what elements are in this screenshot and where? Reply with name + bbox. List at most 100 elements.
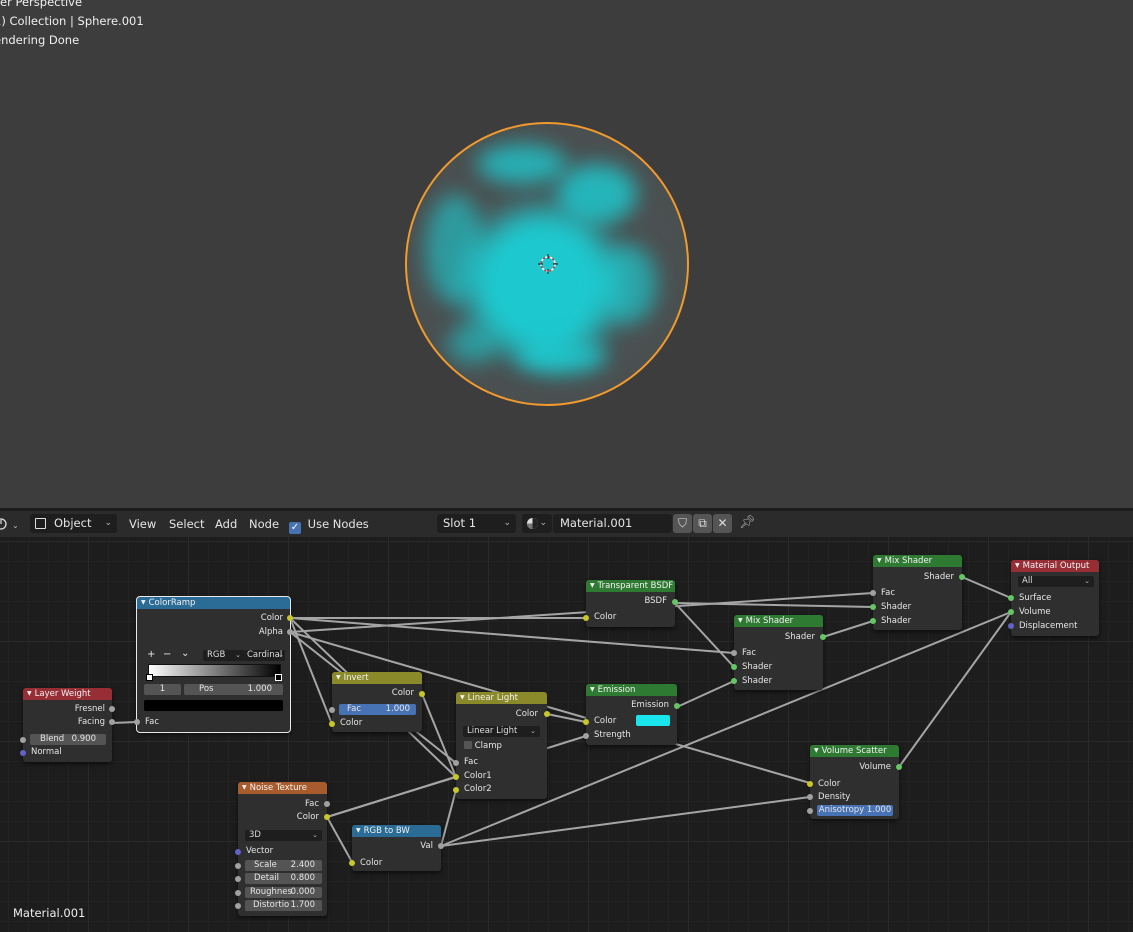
collapse-triangle-icon[interactable]: ▼	[1015, 562, 1020, 569]
socket-val[interactable]	[438, 843, 444, 849]
menu-select[interactable]: Select	[169, 515, 204, 533]
distortion-field[interactable]: Distortio 1.700	[245, 900, 322, 911]
stop-index-field[interactable]: 1	[144, 684, 181, 695]
socket-scale[interactable]	[235, 863, 241, 869]
detail-field[interactable]: Detail 0.800	[245, 873, 322, 884]
socket-volume[interactable]	[896, 764, 902, 770]
socket-shader-out[interactable]	[959, 574, 965, 580]
fake-user-shield-icon[interactable]: ⛉	[673, 514, 692, 533]
collapse-triangle-icon[interactable]: ▼	[877, 557, 882, 564]
collapse-triangle-icon[interactable]: ▼	[590, 582, 595, 589]
socket-blend[interactable]	[20, 737, 26, 743]
socket-fac[interactable]	[324, 801, 330, 807]
add-stop-button[interactable]: +	[147, 649, 155, 660]
node-transparent-bsdf[interactable]: ▼ Transparent BSDF BSDF Color	[583, 580, 678, 627]
node-mix-shader-1[interactable]: ▼ Mix Shader Shader Fac Shader Shader	[731, 615, 826, 690]
object-type-dropdown[interactable]: Object ⌄	[30, 514, 117, 533]
socket-fac[interactable]	[453, 760, 459, 766]
ramp-menu-chevron-icon[interactable]: ⌄	[181, 648, 189, 659]
collapse-triangle-icon[interactable]: ▼	[27, 690, 32, 697]
socket-bsdf[interactable]	[672, 599, 678, 605]
socket-color[interactable]	[583, 615, 589, 621]
socket-fac[interactable]	[134, 719, 140, 725]
socket-color[interactable]	[349, 860, 355, 866]
socket-color-out[interactable]	[544, 711, 550, 717]
scale-field[interactable]: Scale 2.400	[245, 860, 322, 871]
3d-cursor-icon[interactable]	[538, 254, 558, 274]
socket-alpha[interactable]	[287, 629, 293, 635]
socket-shader-2[interactable]	[870, 618, 876, 624]
socket-normal[interactable]	[20, 750, 26, 756]
unlink-close-icon[interactable]: ✕	[713, 514, 732, 533]
color-mode-dropdown[interactable]: RGB ⌄	[203, 650, 245, 661]
socket-color2[interactable]	[453, 787, 459, 793]
output-target-dropdown[interactable]: All ⌄	[1018, 576, 1094, 587]
socket-color-out[interactable]	[419, 691, 425, 697]
socket-strength[interactable]	[583, 733, 589, 739]
socket-detail[interactable]	[235, 876, 241, 882]
collapse-triangle-icon[interactable]: ▼	[590, 686, 595, 693]
menu-add[interactable]: Add	[215, 515, 237, 533]
use-nodes-toggle[interactable]: ✓ Use Nodes	[289, 515, 369, 534]
clamp-toggle[interactable]: Clamp	[464, 741, 502, 751]
socket-surface[interactable]	[1008, 595, 1014, 601]
stop-pos-field[interactable]: Pos 1.000	[184, 684, 283, 695]
node-invert[interactable]: ▼ Invert Color Fac 1.000 Color	[329, 672, 425, 732]
material-name-field[interactable]: Material.001	[553, 514, 672, 533]
node-colorramp[interactable]: ▼ ColorRamp Color Alpha + − ⌄ RGB ⌄ Cardin…	[134, 596, 293, 733]
checkbox-checked-icon[interactable]: ✓	[289, 522, 301, 534]
ramp-stop-left[interactable]	[146, 674, 153, 681]
socket-shader-out[interactable]	[820, 634, 826, 640]
collapse-triangle-icon[interactable]: ▼	[336, 674, 341, 681]
blend-type-dropdown[interactable]: Linear Light ⌄	[463, 726, 540, 737]
socket-anisotropy[interactable]	[807, 808, 813, 814]
socket-color-in[interactable]	[329, 721, 335, 727]
socket-roughness[interactable]	[235, 890, 241, 896]
anisotropy-field[interactable]: Anisotropy 1.000	[817, 805, 893, 816]
slot-dropdown[interactable]: Slot 1 ⌄	[437, 514, 516, 533]
node-mix-shader-2[interactable]: ▼ Mix Shader Shader Fac Shader Shader	[870, 555, 965, 630]
duplicate-material-icon[interactable]: ⧉	[693, 514, 712, 533]
socket-color[interactable]	[287, 615, 293, 621]
socket-color[interactable]	[583, 719, 589, 725]
node-material-output[interactable]: ▼ Material Output All ⌄ Surface Volume Dis…	[1008, 560, 1099, 636]
collapse-triangle-icon[interactable]: ▼	[460, 694, 465, 701]
checkbox-unchecked-icon[interactable]	[464, 741, 472, 749]
3d-viewport[interactable]: ser Perspective 1) Collection | Sphere.0…	[0, 0, 1133, 508]
node-editor-canvas[interactable]: ▼ Layer Weight Fresnel Facing Blend 0.900…	[0, 537, 1133, 932]
node-linear-light[interactable]: ▼ Linear Light Color Linear Light ⌄ Clamp …	[453, 692, 550, 799]
stop-color-swatch[interactable]	[144, 700, 283, 711]
pin-icon[interactable]: 📌︎	[739, 514, 756, 532]
socket-density[interactable]	[807, 794, 813, 800]
socket-shader-2[interactable]	[731, 678, 737, 684]
ramp-stop-right[interactable]	[275, 674, 282, 681]
emission-color-swatch[interactable]	[636, 715, 670, 726]
dimensions-dropdown[interactable]: 3D ⌄	[245, 830, 322, 841]
menu-view[interactable]: View	[129, 515, 156, 533]
socket-shader-1[interactable]	[731, 664, 737, 670]
socket-displacement[interactable]	[1008, 623, 1014, 629]
remove-stop-button[interactable]: −	[163, 649, 171, 660]
collapse-triangle-icon[interactable]: ▼	[814, 747, 819, 754]
collapse-triangle-icon[interactable]: ▼	[738, 617, 743, 624]
socket-color[interactable]	[807, 781, 813, 787]
socket-volume[interactable]	[1008, 609, 1014, 615]
node-noise-texture[interactable]: ▼ Noise Texture Fac Color 3D ⌄ Vector Scal…	[235, 782, 330, 916]
socket-color1[interactable]	[453, 774, 459, 780]
browse-material-button[interactable]: ⌄	[522, 514, 552, 533]
socket-facing[interactable]	[109, 719, 115, 725]
socket-color[interactable]	[324, 814, 330, 820]
socket-fac[interactable]	[731, 650, 737, 656]
socket-distortion[interactable]	[235, 903, 241, 909]
node-volume-scatter[interactable]: ▼ Volume Scatter Volume Color Density Ani…	[807, 745, 902, 819]
socket-fresnel[interactable]	[109, 706, 115, 712]
fac-field[interactable]: Fac 1.000	[339, 704, 416, 715]
blend-field[interactable]: Blend 0.900	[30, 734, 106, 745]
socket-fac[interactable]	[870, 590, 876, 596]
collapse-triangle-icon[interactable]: ▼	[242, 784, 247, 791]
node-emission[interactable]: ▼ Emission Emission Color Strength	[583, 684, 680, 745]
socket-vector[interactable]	[235, 849, 241, 855]
editor-type-button[interactable]: ⌄	[0, 515, 20, 533]
collapse-triangle-icon[interactable]: ▼	[356, 827, 361, 834]
menu-node[interactable]: Node	[249, 515, 279, 533]
